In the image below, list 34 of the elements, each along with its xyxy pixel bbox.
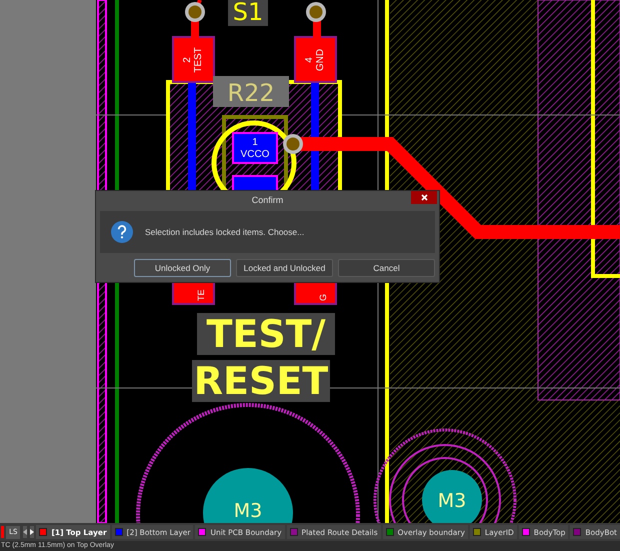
pad-label: 4 (304, 57, 315, 63)
next-layer-button[interactable] (30, 526, 34, 538)
pad (172, 36, 215, 83)
pad-label: G (318, 294, 328, 301)
hole-label: M3 (234, 500, 262, 522)
pad-label: TE (196, 289, 206, 301)
silkscreen-label: TEST/ (197, 312, 335, 356)
pad (232, 132, 278, 164)
close-button[interactable] (411, 191, 437, 204)
current-layer-swatch[interactable] (1, 526, 4, 538)
pad-label: VCCO (240, 149, 270, 160)
silkscreen-label: S1 (228, 0, 268, 26)
pad-label: TEST (193, 47, 204, 73)
left-arrow-icon (23, 529, 28, 535)
mounting-hole (422, 470, 482, 523)
hole-label: M3 (438, 490, 466, 512)
dialog-title: Confirm (252, 195, 284, 205)
via (283, 134, 303, 154)
question-icon (111, 221, 133, 243)
silkscreen-label: RESET (192, 359, 330, 403)
previous-layer-button[interactable] (23, 526, 28, 538)
close-icon (420, 194, 428, 201)
pad (294, 36, 337, 83)
pad-label: GND (315, 48, 326, 72)
dialog-button[interactable]: Cancel (338, 259, 435, 277)
right-arrow-icon (30, 529, 34, 535)
pad-label: 2 (182, 57, 193, 63)
dialog-message: Selection includes locked items. Choose... (145, 227, 304, 237)
dialog-button[interactable]: Locked and Unlocked (236, 259, 333, 277)
dialog-button[interactable]: Unlocked Only (134, 259, 231, 277)
via (306, 2, 326, 22)
silkscreen-label: R22 (213, 76, 289, 107)
via (185, 2, 205, 22)
pad-label: 1 (252, 137, 258, 148)
